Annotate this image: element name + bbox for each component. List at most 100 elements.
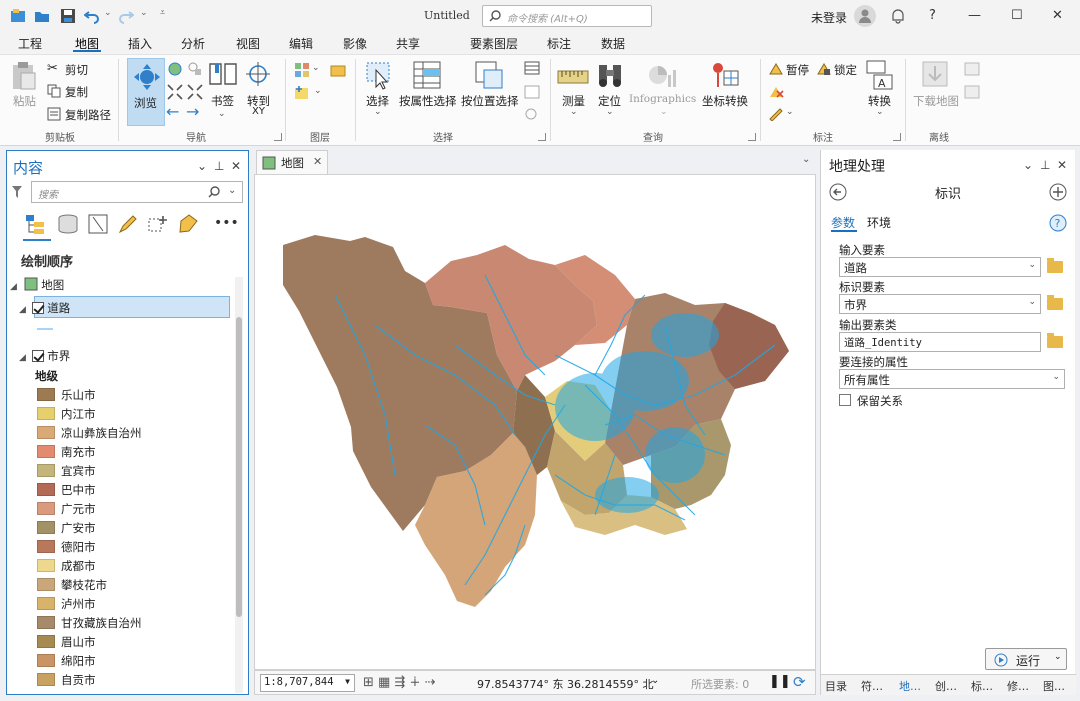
unplaced-labels-icon[interactable] [768, 85, 784, 99]
download-map-icon[interactable] [921, 60, 951, 90]
tab-close-icon[interactable]: ✕ [313, 155, 322, 168]
pane-options-icon[interactable]: ⌄ [197, 159, 207, 173]
legend-item[interactable]: 南充市 [37, 444, 96, 460]
pause-drawing-icon[interactable]: ❚❚ [769, 674, 791, 689]
fixed-zoom-in-icon[interactable] [167, 84, 183, 100]
keep-relationships-checkbox[interactable] [839, 394, 851, 406]
open-folder-icon[interactable] [34, 8, 50, 24]
minimize-button[interactable]: — [968, 8, 981, 23]
list-by-selection-icon[interactable] [87, 213, 109, 235]
legend-item[interactable]: 自贡市 [37, 672, 96, 688]
list-by-labeling-icon[interactable] [177, 213, 199, 235]
tab-layer-properties[interactable]: 图… [1043, 678, 1065, 694]
pane-options-icon[interactable]: ⌄ [1023, 158, 1033, 172]
sync-icon[interactable] [964, 62, 980, 76]
maximize-button[interactable]: ☐ [1011, 8, 1023, 23]
tab-view[interactable]: 视图 [236, 35, 260, 52]
convert-labels-icon[interactable]: A [866, 60, 894, 90]
tab-create-features[interactable]: 创… [935, 678, 957, 694]
browse-folder-icon[interactable] [1047, 295, 1063, 310]
help-icon[interactable]: ? [1049, 214, 1067, 232]
join-attributes-select[interactable]: 所有属性 ⌄ [839, 369, 1065, 389]
browse-folder-icon[interactable] [1047, 333, 1063, 348]
status-tools-icon[interactable]: ⊞ ▦ ⇶ ∔ ⇢ [363, 675, 435, 690]
copy-path-button[interactable]: 复制路径 [65, 107, 111, 123]
tab-feature-layer[interactable]: 要素图层 [470, 35, 518, 52]
locate-binoculars-icon[interactable] [596, 61, 624, 89]
measure-icon[interactable] [557, 69, 589, 85]
legend-item[interactable]: 德阳市 [37, 539, 96, 555]
tab-environments[interactable]: 环境 [867, 214, 891, 231]
basemap-dropdown-icon[interactable]: ⌄ [312, 63, 320, 73]
map-canvas[interactable] [254, 174, 816, 670]
bookmarks-icon[interactable] [208, 61, 238, 87]
label-pen-dropdown-icon[interactable]: ⌄ [786, 107, 794, 117]
pin-icon[interactable]: ⊥ [214, 159, 224, 173]
collapse-icon[interactable]: ◢ [10, 282, 17, 292]
lock-labels-button[interactable]: 锁定 [834, 62, 857, 78]
clear-selection-icon[interactable] [524, 85, 540, 99]
undo-icon[interactable] [84, 8, 100, 24]
list-by-snapping-icon[interactable] [147, 213, 169, 235]
city-layer-row[interactable]: ◢ 市界 [19, 348, 70, 364]
tab-geoprocessing[interactable]: 地… [899, 678, 921, 694]
legend-item[interactable]: 甘孜藏族自治州 [37, 615, 142, 631]
pause-labels-button[interactable]: 暂停 [786, 62, 809, 78]
locate-dropdown-icon[interactable]: ⌄ [606, 107, 614, 117]
select-by-location-icon[interactable] [474, 60, 504, 90]
explore-button[interactable]: 浏览 [127, 58, 165, 126]
legend-item[interactable]: 绵阳市 [37, 653, 96, 669]
next-extent-icon[interactable]: → [186, 102, 199, 121]
add-tool-icon[interactable] [1049, 183, 1067, 201]
goto-xy-icon[interactable] [245, 61, 271, 87]
measure-dropdown-icon[interactable]: ⌄ [570, 107, 578, 117]
help-icon[interactable]: ? [929, 8, 936, 23]
select-by-attributes-icon[interactable] [412, 60, 442, 90]
browse-folder-icon[interactable] [1047, 258, 1063, 273]
coordinate-format-dropdown-icon[interactable]: ⌄ [651, 675, 659, 686]
customize-toolbar-icon[interactable]: ⩡ [160, 8, 165, 18]
lock-labels-icon[interactable] [816, 62, 832, 76]
scrollbar-thumb[interactable] [236, 317, 242, 617]
select-icon[interactable] [364, 60, 394, 90]
close-button[interactable]: ✕ [1052, 8, 1063, 23]
pause-labels-icon[interactable] [768, 62, 784, 76]
new-project-icon[interactable] [10, 8, 26, 24]
tab-parameters[interactable]: 参数 [831, 214, 855, 231]
map-layer-row[interactable]: ◢ 地图 [10, 277, 64, 293]
more-options-icon[interactable]: ••• [214, 215, 239, 231]
select-dropdown-icon[interactable]: ⌄ [374, 107, 382, 117]
contents-search-input[interactable]: 搜索 ⌄ [31, 181, 243, 203]
identity-features-select[interactable]: 市界 ⌄ [839, 294, 1041, 314]
collapse-icon[interactable]: ◢ [19, 353, 26, 363]
redo-dropdown-icon[interactable]: ⌄ [140, 8, 148, 18]
add-preset-dropdown-icon[interactable]: ⌄ [314, 86, 322, 96]
copy-button[interactable]: 复制 [65, 84, 88, 100]
legend-item[interactable]: 巴中市 [37, 482, 96, 498]
attributes-icon[interactable] [524, 61, 540, 75]
tab-symbology[interactable]: 符… [861, 678, 883, 694]
legend-item[interactable]: 广安市 [37, 520, 96, 536]
tab-project[interactable]: 工程 [18, 35, 42, 52]
legend-item[interactable]: 宜宾市 [37, 463, 96, 479]
zoom-to-selection-icon[interactable] [524, 107, 540, 121]
legend-item[interactable]: 泸州市 [37, 596, 96, 612]
legend-item[interactable]: 内江市 [37, 406, 96, 422]
add-preset-icon[interactable] [294, 85, 310, 101]
legend-item[interactable]: 眉山市 [37, 634, 96, 650]
roads-visibility-checkbox[interactable] [31, 302, 44, 314]
inquiry-launcher-icon[interactable] [748, 133, 756, 141]
notification-bell-icon[interactable] [891, 8, 905, 24]
tab-catalog[interactable]: 目录 [825, 678, 847, 694]
list-by-editing-icon[interactable] [117, 213, 139, 235]
run-button[interactable]: 运行 ⌄ [985, 648, 1067, 670]
tab-edit[interactable]: 编辑 [289, 35, 313, 52]
output-feature-class-input[interactable]: 道路_Identity [839, 332, 1041, 352]
fixed-zoom-out-icon[interactable] [187, 84, 203, 100]
avatar[interactable] [854, 5, 876, 27]
tab-labeling[interactable]: 标注 [547, 35, 571, 52]
infographics-dropdown-icon[interactable]: ⌄ [660, 107, 668, 117]
tab-data[interactable]: 数据 [601, 35, 625, 52]
previous-extent-icon[interactable]: ← [166, 102, 179, 121]
tab-share[interactable]: 共享 [396, 35, 420, 52]
